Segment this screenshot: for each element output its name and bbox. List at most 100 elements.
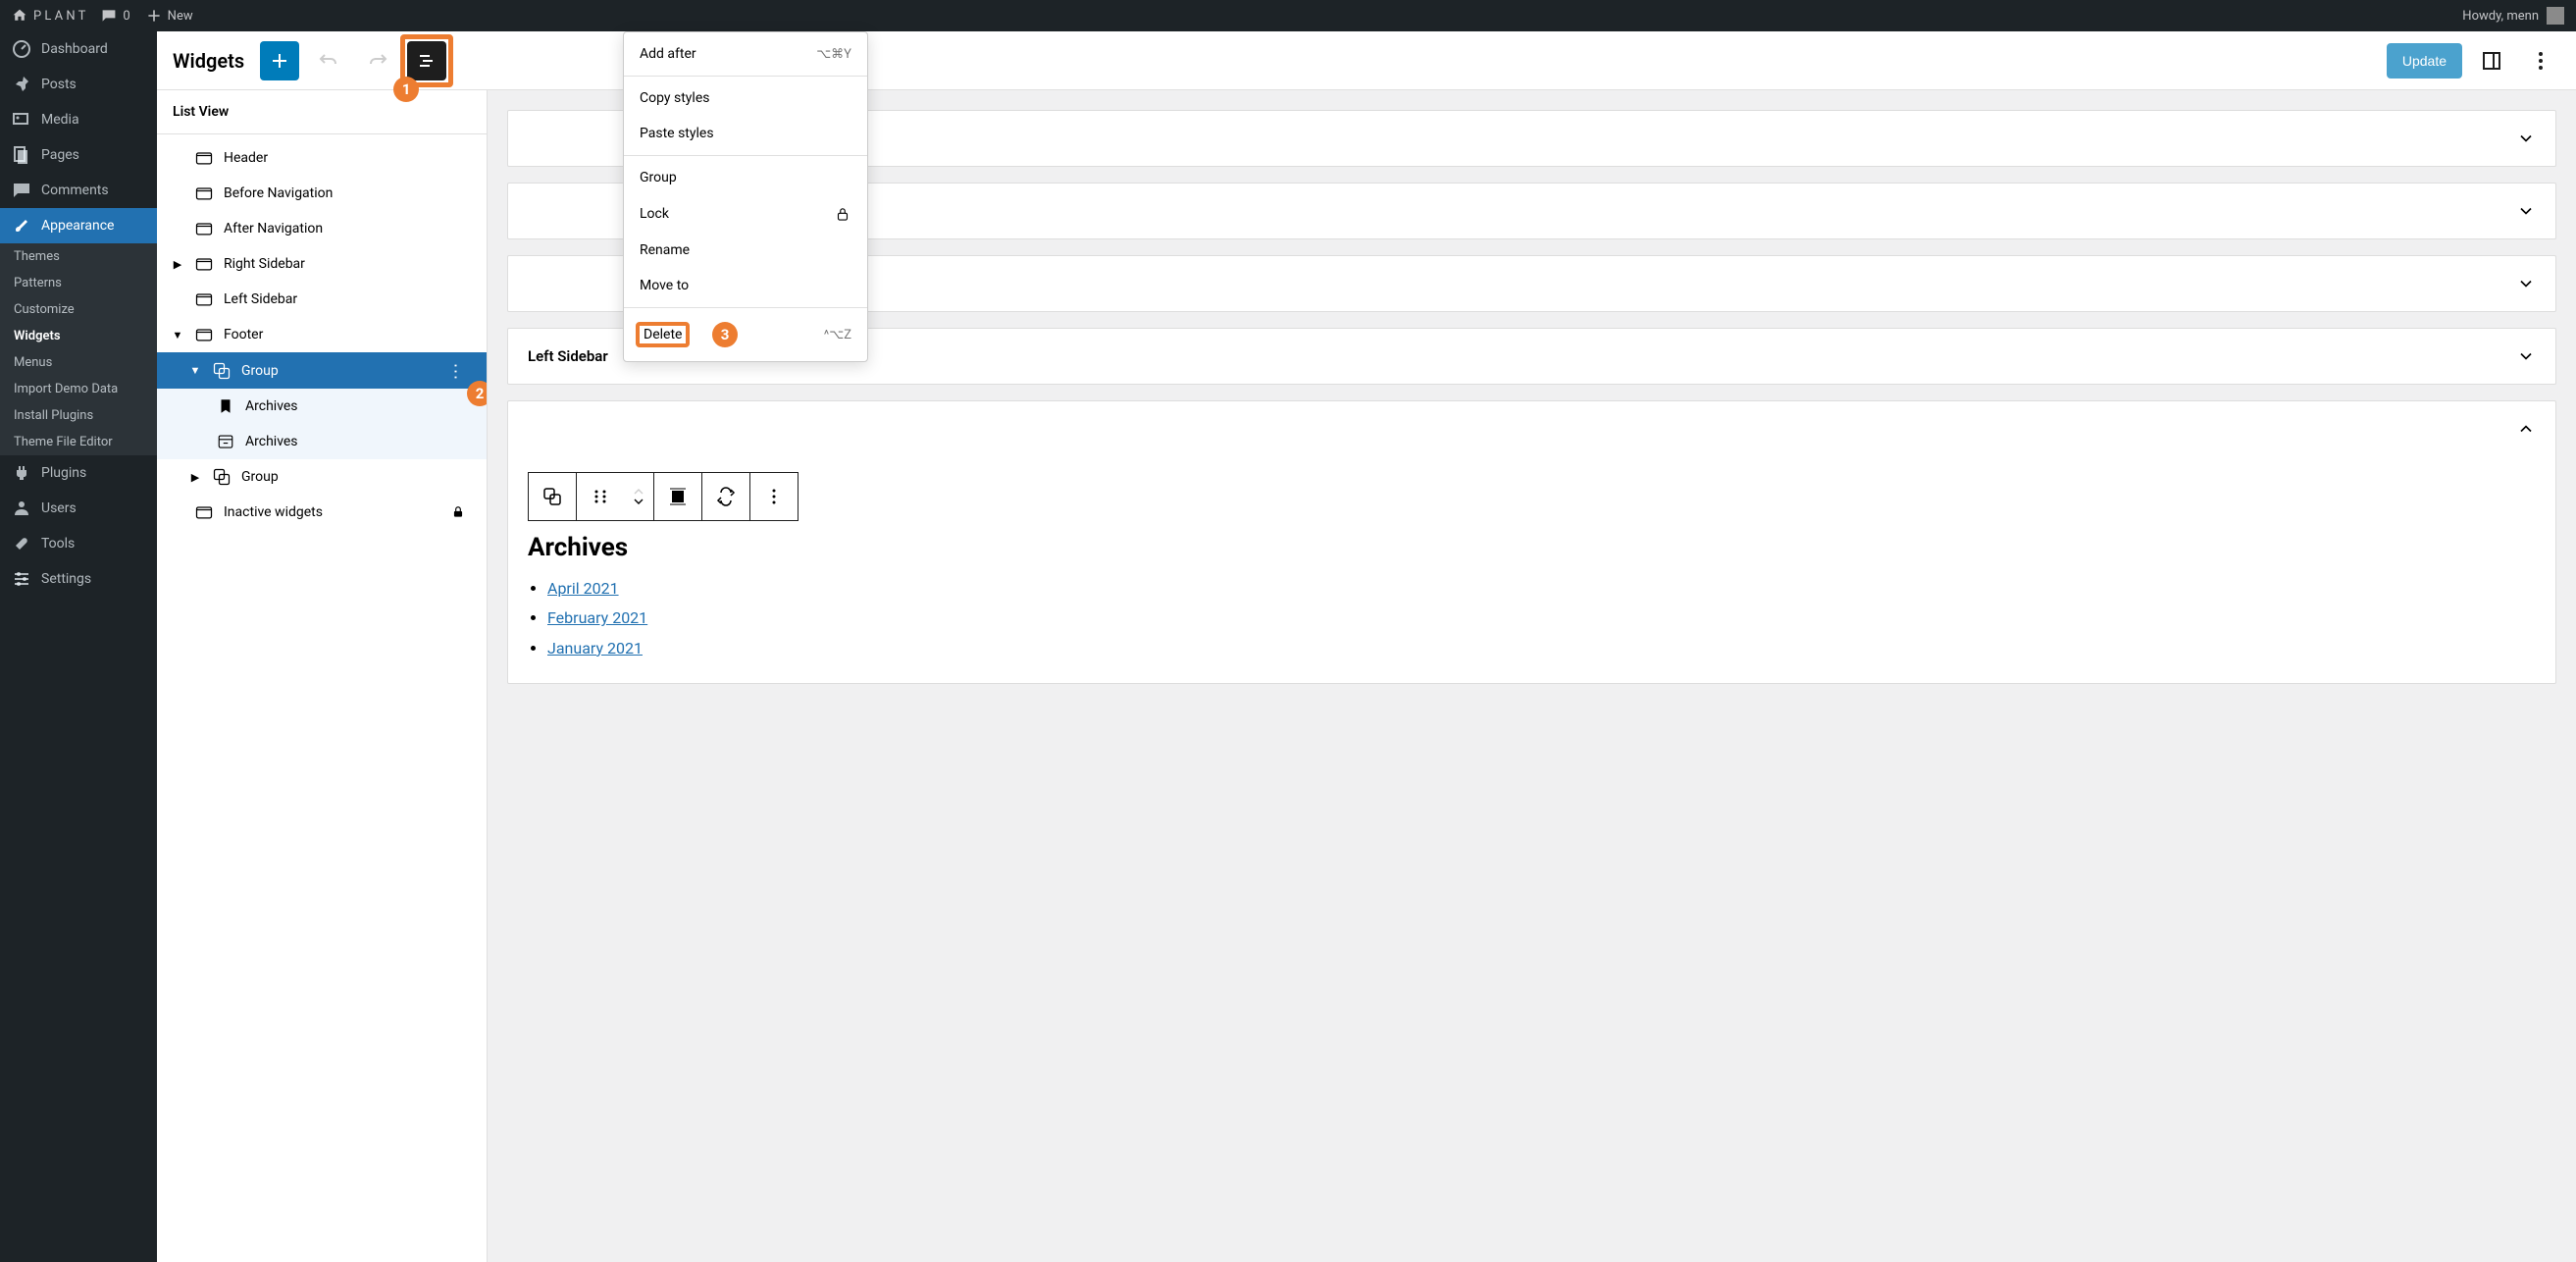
lock-icon <box>834 205 851 223</box>
widget-area-header[interactable] <box>508 401 2555 456</box>
tree-item-archives-1[interactable]: Archives <box>157 389 487 424</box>
menu-shortcut: ^⌥Z <box>824 328 851 342</box>
home-icon <box>12 8 27 24</box>
chevron-down-icon[interactable]: ▼ <box>171 329 184 342</box>
chevron-right-icon[interactable]: ▶ <box>188 471 202 484</box>
sidebar-item-label: Pages <box>41 147 79 163</box>
page-title: Widgets <box>173 49 244 73</box>
menu-rename[interactable]: Rename <box>624 233 867 268</box>
sidebar-item-comments[interactable]: Comments <box>0 173 157 208</box>
folder-icon <box>194 325 214 344</box>
menu-label: Rename <box>640 242 690 258</box>
sidebar-item-tools[interactable]: Tools <box>0 526 157 561</box>
menu-delete[interactable]: Delete 3 ^⌥Z <box>624 312 867 357</box>
chevron-down-icon[interactable]: ▼ <box>188 364 202 377</box>
listview-panel: List View Header Before Navigation After… <box>157 90 488 1262</box>
add-block-button[interactable] <box>260 41 299 80</box>
listview-tree: Header Before Navigation After Navigatio… <box>157 134 487 536</box>
submenu-import-demo[interactable]: Import Demo Data <box>0 376 157 402</box>
chevron-down-icon <box>2516 129 2536 148</box>
menu-label: Add after <box>640 46 696 62</box>
chevron-down-icon <box>2516 274 2536 293</box>
editor: Widgets 1 Update <box>157 31 2576 1262</box>
options-button[interactable] <box>2521 41 2560 80</box>
listview-button-highlighted: 1 <box>407 41 446 80</box>
sidebar-item-label: Posts <box>41 77 77 92</box>
menu-paste-styles[interactable]: Paste styles <box>624 116 867 151</box>
folder-icon <box>194 289 214 309</box>
archive-link[interactable]: April 2021 <box>547 579 619 598</box>
tree-item-right-sidebar[interactable]: ▶ Right Sidebar <box>157 246 487 282</box>
comments-link[interactable]: 0 <box>101 8 129 24</box>
tree-item-inactive[interactable]: Inactive widgets <box>157 495 487 530</box>
toolbar-replace-icon[interactable] <box>702 473 749 520</box>
sidebar-item-settings[interactable]: Settings <box>0 561 157 597</box>
admin-bar-right[interactable]: Howdy, menn <box>2462 7 2564 25</box>
sidebar-item-appearance[interactable]: Appearance <box>0 208 157 243</box>
sidebar-item-dashboard[interactable]: Dashboard <box>0 31 157 67</box>
group-icon <box>212 361 232 381</box>
folder-icon <box>194 254 214 274</box>
new-link[interactable]: New <box>146 8 193 24</box>
menu-group[interactable]: Group <box>624 160 867 195</box>
archives-list: April 2021 February 2021 January 2021 <box>528 574 2536 663</box>
bookmark-icon <box>216 396 235 416</box>
toolbar-drag-handle[interactable] <box>577 473 624 520</box>
listview-header: List View <box>157 90 487 134</box>
submenu-widgets[interactable]: Widgets <box>0 323 157 349</box>
archive-link[interactable]: January 2021 <box>547 639 643 657</box>
editor-body: List View Header Before Navigation After… <box>157 90 2576 1262</box>
toolbar-align-icon[interactable] <box>654 473 701 520</box>
tree-item-footer[interactable]: ▼ Footer <box>157 317 487 352</box>
site-home-link[interactable]: P L A N T <box>12 8 85 24</box>
undo-button[interactable] <box>309 41 348 80</box>
tree-item-left-sidebar[interactable]: Left Sidebar <box>157 282 487 317</box>
archive-link[interactable]: February 2021 <box>547 608 647 627</box>
tree-item-group-selected[interactable]: ▼ Group ⋯ 2 <box>157 352 487 389</box>
submenu-menus[interactable]: Menus <box>0 349 157 376</box>
sliders-icon <box>12 569 31 589</box>
menu-move-to[interactable]: Move to <box>624 268 867 303</box>
submenu-themes[interactable]: Themes <box>0 243 157 270</box>
block-toolbar <box>528 472 799 521</box>
editor-header-right: Update <box>2387 41 2560 80</box>
menu-shortcut: ⌥⌘Y <box>816 47 851 62</box>
user-icon <box>12 499 31 518</box>
tree-item-label: Footer <box>224 327 263 342</box>
annotation-badge-2: 2 <box>467 381 488 406</box>
submenu-customize[interactable]: Customize <box>0 296 157 323</box>
tree-item-archives-2[interactable]: Archives <box>157 424 487 459</box>
listview-toggle-button[interactable] <box>407 41 446 80</box>
submenu-theme-file-editor[interactable]: Theme File Editor <box>0 429 157 455</box>
tree-item-before-nav[interactable]: Before Navigation <box>157 176 487 211</box>
more-options-icon[interactable]: ⋯ <box>445 361 466 381</box>
sidebar-item-media[interactable]: Media <box>0 102 157 137</box>
sidebar-item-users[interactable]: Users <box>0 491 157 526</box>
pages-icon <box>12 145 31 165</box>
sidebar-item-plugins[interactable]: Plugins <box>0 455 157 491</box>
brush-icon <box>12 216 31 236</box>
menu-label: Group <box>640 170 677 185</box>
menu-add-after[interactable]: Add after ⌥⌘Y <box>624 36 867 72</box>
tree-item-header[interactable]: Header <box>157 140 487 176</box>
toolbar-group-icon[interactable] <box>529 473 576 520</box>
toolbar-more-icon[interactable] <box>750 473 798 520</box>
sidebar-item-posts[interactable]: Posts <box>0 67 157 102</box>
tree-item-after-nav[interactable]: After Navigation <box>157 211 487 246</box>
update-button[interactable]: Update <box>2387 43 2462 79</box>
redo-button[interactable] <box>358 41 397 80</box>
chevron-up-icon <box>2516 419 2536 439</box>
toolbar-move-arrows[interactable] <box>624 473 653 520</box>
tree-item-group-2[interactable]: ▶ Group <box>157 459 487 495</box>
settings-panel-toggle[interactable] <box>2472 41 2511 80</box>
admin-bar-left: P L A N T 0 New <box>12 8 193 24</box>
submenu-install-plugins[interactable]: Install Plugins <box>0 402 157 429</box>
chevron-down-icon <box>2516 201 2536 221</box>
sidebar-item-pages[interactable]: Pages <box>0 137 157 173</box>
menu-lock[interactable]: Lock <box>624 195 867 233</box>
avatar[interactable] <box>2547 7 2564 25</box>
submenu-patterns[interactable]: Patterns <box>0 270 157 296</box>
chevron-right-icon[interactable]: ▶ <box>171 258 184 271</box>
menu-copy-styles[interactable]: Copy styles <box>624 80 867 116</box>
tree-item-label: Group <box>241 363 279 379</box>
